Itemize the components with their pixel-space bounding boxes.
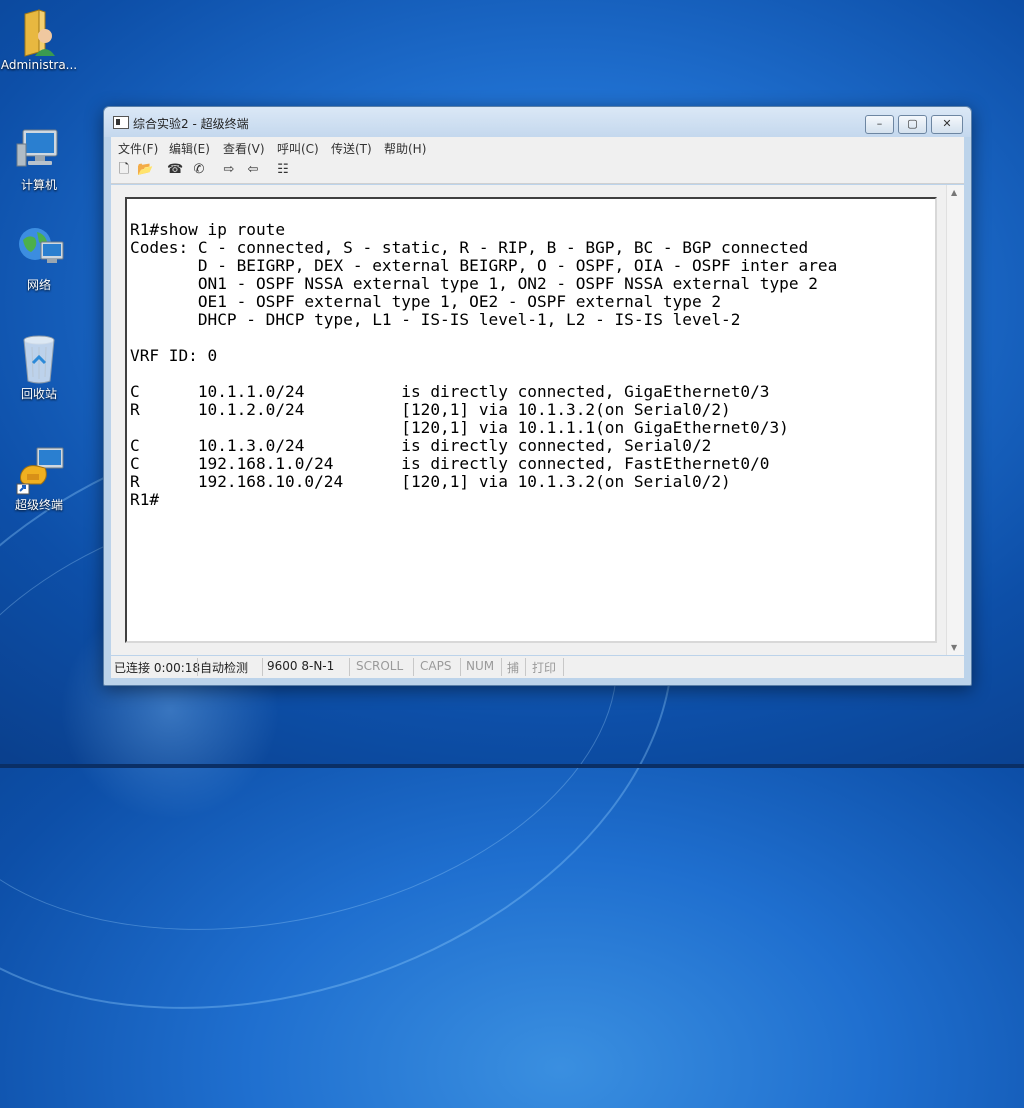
user-folder-icon <box>15 6 63 57</box>
menu-bar: 文件(F) 编辑(E) 查看(V) 呼叫(C) 传送(T) 帮助(H) <box>111 137 964 157</box>
new-icon[interactable]: 🗋 <box>116 162 132 178</box>
maximize-icon: ▢ <box>907 117 918 130</box>
hyperterminal-window: 综合实验2 - 超级终端 – ▢ ✕ 文件(F) 编辑(E) 查看(V) 呼叫(… <box>103 106 972 686</box>
network-icon <box>15 224 64 272</box>
status-caps: CAPS <box>420 659 452 673</box>
window-titlebar[interactable]: 综合实验2 - 超级终端 – ▢ ✕ <box>104 107 971 137</box>
window-title: 综合实验2 - 超级终端 <box>133 117 249 131</box>
close-button[interactable]: ✕ <box>931 115 963 134</box>
close-icon: ✕ <box>942 117 952 130</box>
terminal-area: R1#show ip route Codes: C - connected, S… <box>111 185 964 655</box>
desktop-icon-recycle-bin[interactable]: 回收站 <box>0 333 79 402</box>
app-icon <box>113 116 129 129</box>
recycle-bin-icon <box>15 333 63 384</box>
status-scroll: SCROLL <box>356 659 404 673</box>
scroll-down-icon[interactable]: ▼ <box>951 643 957 652</box>
status-num: NUM <box>466 659 495 673</box>
properties-icon[interactable]: ☷ <box>275 162 291 178</box>
status-port: 9600 8-N-1 <box>267 659 335 673</box>
menu-transfer[interactable]: 传送(T) <box>331 140 372 157</box>
open-icon[interactable]: 📂 <box>137 162 153 178</box>
status-detect: 自动检测 <box>200 661 249 675</box>
desktop-icon-computer[interactable]: 计算机 <box>0 124 79 193</box>
menu-help[interactable]: 帮助(H) <box>384 140 426 157</box>
minimize-button[interactable]: – <box>865 115 894 134</box>
phone-icon[interactable]: ☎ <box>167 162 183 178</box>
terminal-screen[interactable]: R1#show ip route Codes: C - connected, S… <box>125 197 937 643</box>
desktop-icon-hyperterminal[interactable]: 超级终端 <box>0 444 79 513</box>
vertical-scrollbar[interactable]: ▲ ▼ <box>946 185 964 655</box>
desktop-icon-label: 网络 <box>26 278 51 292</box>
menu-file[interactable]: 文件(F) <box>118 140 158 157</box>
desktop-icon-administrator[interactable]: Administra... <box>0 6 79 72</box>
menu-edit[interactable]: 编辑(E) <box>169 140 210 157</box>
computer-icon <box>15 124 63 172</box>
minimize-icon: – <box>876 117 883 130</box>
desktop-icon-network[interactable]: 网络 <box>0 224 79 293</box>
desktop-icon-label: 超级终端 <box>14 498 63 512</box>
status-connected: 已连接 0:00:18 <box>114 661 201 675</box>
scroll-up-icon[interactable]: ▲ <box>951 188 957 197</box>
status-bar: 已连接 0:00:18 自动检测 9600 8-N-1 SCROLL CAPS … <box>111 656 964 678</box>
menu-view[interactable]: 查看(V) <box>223 140 265 157</box>
desktop-icon-label: 计算机 <box>20 178 57 192</box>
terminal-output: R1#show ip route Codes: C - connected, S… <box>130 220 838 509</box>
disconnect-icon[interactable]: ✆ <box>191 162 207 178</box>
hyperterminal-shortcut-icon <box>15 444 64 495</box>
status-capture: 捕 <box>507 661 520 675</box>
toolbar: 🗋 📂 ☎ ✆ ⇨ ⇦ ☷ <box>111 157 964 184</box>
desktop-icon-label: 回收站 <box>20 387 57 401</box>
taskbar-edge <box>0 764 1024 768</box>
status-print: 打印 <box>532 661 557 675</box>
receive-icon[interactable]: ⇦ <box>245 162 261 178</box>
send-icon[interactable]: ⇨ <box>221 162 237 178</box>
menu-call[interactable]: 呼叫(C) <box>277 140 319 157</box>
desktop-icon-label: Administra... <box>0 58 78 72</box>
maximize-button[interactable]: ▢ <box>898 115 927 134</box>
